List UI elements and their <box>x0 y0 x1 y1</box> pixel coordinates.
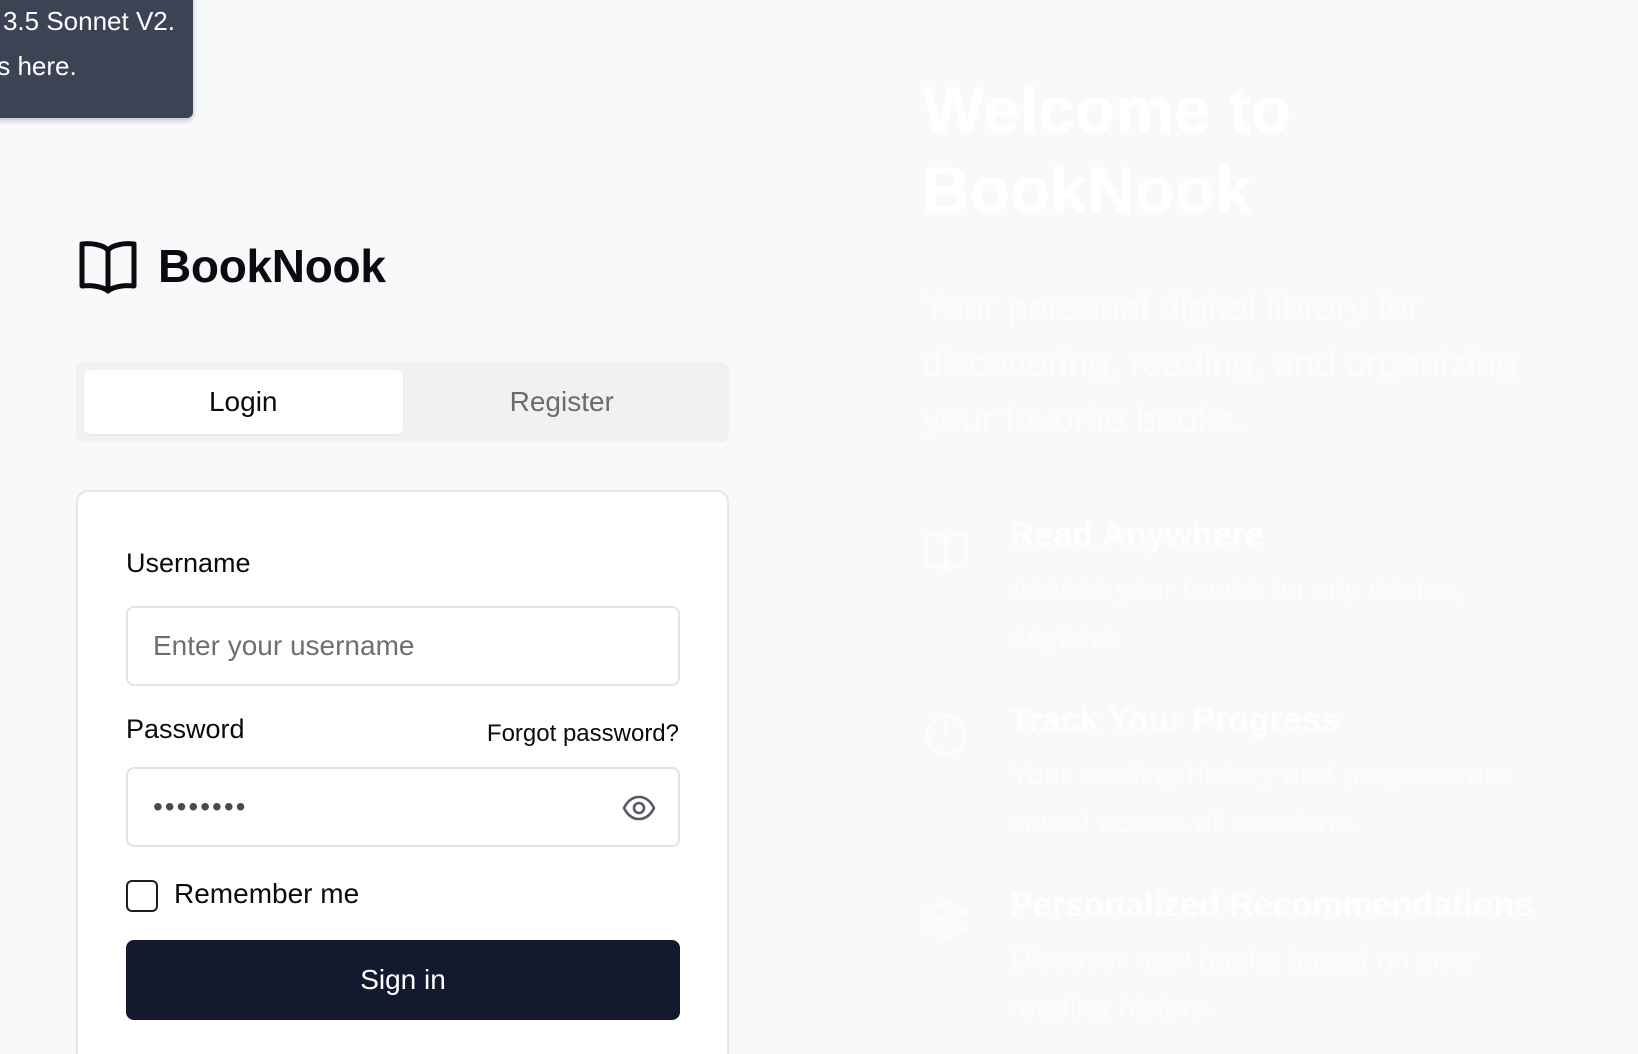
tooltip-line-2: ts here. <box>0 51 77 81</box>
feature-description: Your reading history and progress are sa… <box>1010 758 1511 839</box>
forgot-password-link[interactable]: Forgot password? <box>487 720 679 748</box>
feature-description: Access your books on any device, anytime… <box>1010 573 1464 654</box>
feature-title: Personalized Recommendations <box>1010 886 1534 924</box>
eye-icon[interactable] <box>622 791 656 825</box>
tab-login[interactable]: Login <box>84 370 403 434</box>
username-placeholder: Enter your username <box>153 630 415 661</box>
username-label: Username <box>126 548 251 578</box>
clock-icon <box>925 714 967 756</box>
login-card: Username Enter your username Password Fo… <box>76 490 729 1054</box>
password-value: •••••••• <box>153 791 248 822</box>
tooltip: 3.5 Sonnet V2. ts here. <box>0 0 193 118</box>
layers-icon <box>924 900 968 940</box>
hero-subtitle: Your personal digital library for discov… <box>922 287 1517 440</box>
remember-me-label: Remember me <box>174 878 360 909</box>
login-page: 3.5 Sonnet V2. ts here. BookNook Login R… <box>0 0 1638 1054</box>
hero: Welcome to BookNook Your personal digita… <box>922 70 1582 448</box>
hero-title: Welcome to BookNook <box>922 73 1292 227</box>
logo: BookNook <box>78 236 386 296</box>
tab-register[interactable]: Register <box>403 370 722 434</box>
feature-title: Track Your Progress <box>1010 701 1340 739</box>
sign-in-button[interactable]: Sign in <box>126 940 680 1020</box>
password-field[interactable]: •••••••• <box>126 767 680 847</box>
feature-title: Read Anywhere <box>1010 516 1264 554</box>
tooltip-line-1: 3.5 Sonnet V2. <box>2 6 175 36</box>
book-open-icon <box>924 532 968 572</box>
username-field[interactable]: Enter your username <box>126 606 680 686</box>
brand-name: BookNook <box>158 240 386 292</box>
book-open-icon <box>79 241 137 294</box>
feature-description: Discover new books based on your reading… <box>1010 943 1477 1024</box>
remember-me-checkbox[interactable] <box>126 880 158 912</box>
password-label: Password <box>126 714 245 744</box>
auth-tabs: Login Register <box>76 362 729 442</box>
